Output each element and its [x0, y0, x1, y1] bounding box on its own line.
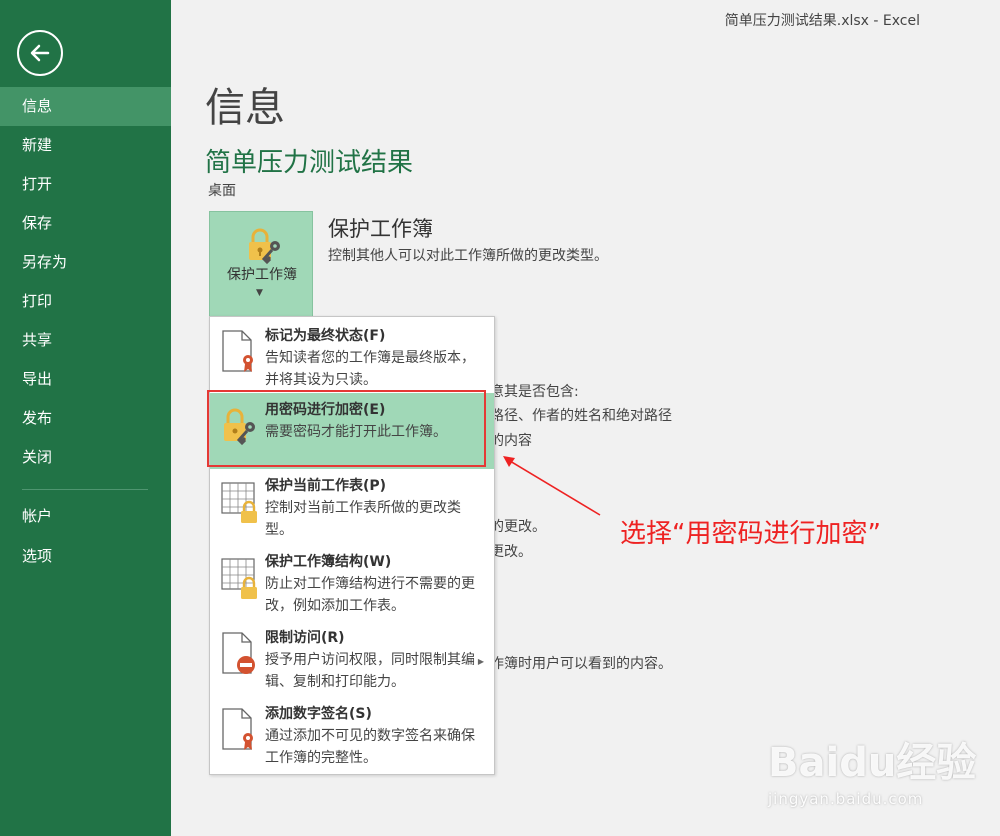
baidu-watermark: Baidu经验 jingyan.baidu.com [760, 730, 980, 820]
annotation-text: 选择“用密码进行加密” [620, 519, 881, 549]
watermark-url: jingyan.baidu.com [768, 790, 924, 808]
annotation-arrow [503, 456, 601, 516]
watermark-brand: Baidu经验 [768, 740, 977, 786]
